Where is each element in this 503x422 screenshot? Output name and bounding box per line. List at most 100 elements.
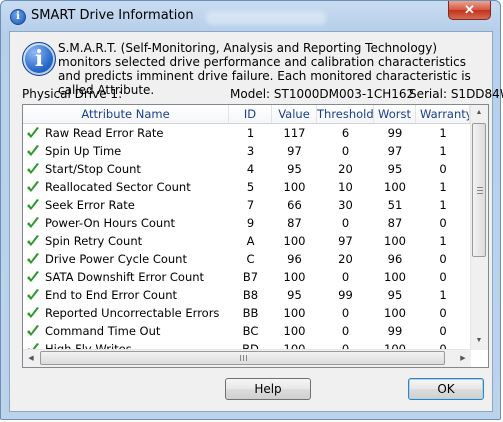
title-bar-glare bbox=[206, 11, 326, 25]
cell-name: Reported Uncorrectable Errors bbox=[45, 306, 220, 320]
list-rows: Raw Read Error Rate 1 1 1 7 6 99 1 Spin Up Time 3… bbox=[23, 124, 470, 358]
cell-name: Spin Up Time bbox=[45, 144, 122, 158]
cell-worst: 99 bbox=[387, 324, 403, 338]
cell-threshold: 0 bbox=[341, 306, 350, 320]
cell-worst: 95 bbox=[387, 288, 403, 302]
drive-serial: Serial: S1DD84WC bbox=[409, 87, 503, 101]
cell-threshold: 20 bbox=[338, 252, 353, 266]
cell-value: 97 bbox=[287, 144, 302, 158]
cell-value: 87 bbox=[287, 216, 302, 230]
check-icon bbox=[27, 307, 39, 318]
cell-worst: 100 bbox=[384, 180, 406, 194]
cell-threshold: 0 bbox=[341, 216, 350, 230]
column-header-id[interactable]: ID bbox=[229, 105, 272, 123]
scroll-right-icon[interactable]: ▶ bbox=[458, 354, 468, 362]
scroll-up-icon[interactable]: ▲ bbox=[471, 109, 487, 116]
cell-warranty: 0 bbox=[439, 306, 447, 320]
table-row[interactable]: Spin Retry Count A 100 97 100 1 bbox=[23, 232, 470, 250]
scroll-left-icon[interactable]: ◀ bbox=[26, 354, 36, 362]
vertical-scrollbar[interactable]: ▲ ▼ bbox=[470, 105, 488, 350]
check-icon bbox=[27, 271, 39, 282]
cell-worst: 100 bbox=[384, 270, 406, 284]
cell-name: Start/Stop Count bbox=[45, 162, 141, 176]
cell-warranty: 1 bbox=[439, 180, 447, 194]
cell-value: 66 bbox=[287, 198, 302, 212]
cell-threshold: 6 bbox=[341, 126, 350, 140]
table-row[interactable]: Command Time Out BC 100 0 99 0 bbox=[23, 322, 470, 340]
check-icon bbox=[27, 289, 39, 300]
cell-value: 100 bbox=[283, 180, 306, 194]
cell-threshold: 99 bbox=[338, 288, 353, 302]
table-row[interactable]: End to End Error Count B8 95 99 95 1 bbox=[23, 286, 470, 304]
cell-threshold: 0 bbox=[341, 324, 350, 338]
cell-name: Command Time Out bbox=[45, 324, 161, 338]
check-icon bbox=[27, 181, 39, 192]
table-row[interactable]: Raw Read Error Rate 1 117 6 99 1 bbox=[23, 124, 470, 142]
cell-warranty: 1 bbox=[439, 126, 447, 140]
cell-id: B7 bbox=[242, 270, 259, 284]
table-row[interactable]: Reported Uncorrectable Errors BB 100 0 100 0 bbox=[23, 304, 470, 322]
column-header-warranty[interactable]: Warranty bbox=[416, 105, 470, 123]
cell-warranty: 0 bbox=[439, 216, 447, 230]
cell-id: 9 bbox=[246, 216, 255, 230]
cell-id: BB bbox=[242, 306, 259, 320]
cell-warranty: 0 bbox=[439, 162, 447, 176]
cell-warranty: 1 bbox=[439, 288, 447, 302]
cell-worst: 51 bbox=[387, 198, 403, 212]
ok-button[interactable]: OK bbox=[408, 378, 484, 400]
help-button[interactable]: Help bbox=[225, 378, 311, 400]
table-row[interactable]: Seek Error Rate 7 66 30 51 1 bbox=[23, 196, 470, 214]
cell-warranty: 0 bbox=[439, 252, 447, 266]
column-header-worst[interactable]: Worst bbox=[374, 105, 416, 123]
cell-name: Drive Power Cycle Count bbox=[45, 252, 187, 266]
scroll-down-icon[interactable]: ▼ bbox=[471, 337, 487, 344]
table-row[interactable]: Drive Power Cycle Count C 96 20 96 0 bbox=[23, 250, 470, 268]
horizontal-scrollbar[interactable]: ◀ ▶ bbox=[23, 349, 471, 367]
cell-name: SATA Downshift Error Count bbox=[45, 270, 205, 284]
cell-worst: 100 bbox=[384, 234, 406, 248]
cell-id: 3 bbox=[246, 144, 255, 158]
drive-model: Model: ST1000DM003-1CH162 bbox=[230, 87, 415, 101]
drive-label: Physical Drive 1: bbox=[22, 87, 123, 101]
column-header-threshold[interactable]: Threshold bbox=[317, 105, 374, 123]
table-row[interactable]: Start/Stop Count 4 95 20 95 0 bbox=[23, 160, 470, 178]
cell-value: 96 bbox=[287, 252, 302, 266]
cell-value: 100 bbox=[283, 234, 306, 248]
smart-attribute-list[interactable]: Attribute Name ID Value Threshold Worst … bbox=[22, 104, 489, 368]
cell-id: C bbox=[246, 252, 255, 266]
check-icon bbox=[27, 235, 39, 246]
table-row[interactable]: Spin Up Time 3 97 0 97 1 bbox=[23, 142, 470, 160]
column-header-attribute-name[interactable]: Attribute Name bbox=[23, 105, 229, 123]
check-icon bbox=[27, 325, 39, 336]
column-header-value[interactable]: Value bbox=[272, 105, 317, 123]
cell-name: Raw Read Error Rate bbox=[45, 126, 164, 140]
list-header: Attribute Name ID Value Threshold Worst … bbox=[23, 105, 470, 124]
horizontal-scroll-thumb[interactable] bbox=[40, 351, 445, 365]
cell-value: 100 bbox=[283, 324, 306, 338]
cell-id: B8 bbox=[242, 288, 259, 302]
title-bar[interactable]: i SMART Drive Information ✕ bbox=[1, 1, 500, 31]
cell-id: 5 bbox=[246, 180, 255, 194]
vertical-scroll-thumb[interactable] bbox=[472, 123, 486, 257]
window-title: SMART Drive Information bbox=[31, 8, 194, 23]
cell-name: End to End Error Count bbox=[45, 288, 178, 302]
dialog-body: i S.M.A.R.T. (Self-Monitoring, Analysis … bbox=[9, 31, 503, 412]
cell-id: 7 bbox=[246, 198, 255, 212]
cell-warranty: 1 bbox=[439, 144, 447, 158]
smart-dialog: i SMART Drive Information ✕ i S.M.A.R.T.… bbox=[0, 0, 503, 420]
table-row[interactable]: Power-On Hours Count 9 87 0 87 0 bbox=[23, 214, 470, 232]
close-button[interactable]: ✕ bbox=[448, 1, 491, 20]
cell-threshold: 10 bbox=[338, 180, 353, 194]
cell-id: 1 bbox=[246, 126, 255, 140]
cell-value: 95 bbox=[287, 288, 302, 302]
cell-worst: 87 bbox=[387, 216, 403, 230]
cell-name: Power-On Hours Count bbox=[45, 216, 175, 230]
check-icon bbox=[27, 127, 39, 138]
cell-value: 95 bbox=[287, 162, 302, 176]
cell-threshold: 0 bbox=[341, 144, 350, 158]
table-row[interactable]: Reallocated Sector Count 5 100 10 100 1 bbox=[23, 178, 470, 196]
cell-name: Spin Retry Count bbox=[45, 234, 143, 248]
cell-threshold: 0 bbox=[341, 270, 350, 284]
check-icon bbox=[27, 199, 39, 210]
table-row[interactable]: SATA Downshift Error Count B7 100 0 100 0 bbox=[23, 268, 470, 286]
